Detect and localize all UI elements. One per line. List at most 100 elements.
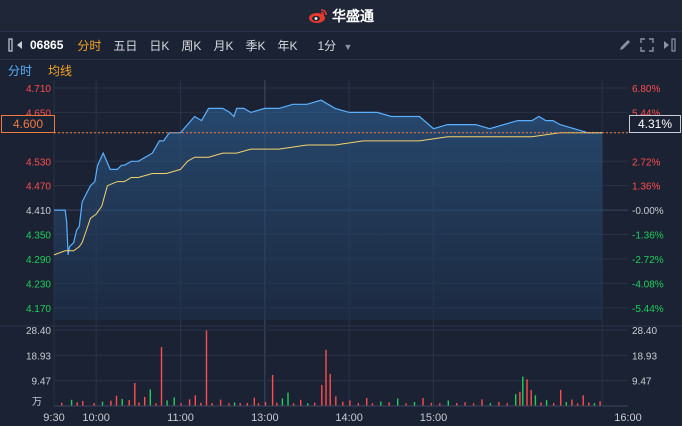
volume-bar <box>160 347 163 406</box>
draw-pen-icon[interactable] <box>618 38 632 52</box>
volume-bar <box>545 400 548 406</box>
fullscreen-icon[interactable] <box>640 38 654 52</box>
brand-logo-icon <box>309 8 327 23</box>
volume-bar <box>188 399 191 406</box>
volume-bar <box>588 402 590 406</box>
tab-year-k[interactable]: 年K <box>271 37 303 54</box>
volume-bar <box>530 389 532 406</box>
interval-select[interactable]: 1分 ▼ <box>311 37 358 54</box>
toolbar-actions <box>618 38 676 52</box>
pct-axis-label: -0.00% <box>632 206 664 217</box>
volume-bar <box>70 399 73 406</box>
volume-axis-label: 9.47 <box>32 377 52 388</box>
interval-value: 1分 <box>317 38 337 53</box>
chevron-down-icon: ▼ <box>343 41 353 52</box>
price-axis-label: 4.530 <box>26 157 51 168</box>
volume-bar <box>300 399 302 406</box>
volume-axis-label-right: 28.40 <box>632 326 657 337</box>
volume-bar <box>380 401 382 406</box>
collapse-panel-icon[interactable] <box>8 38 26 52</box>
volume-bar <box>219 399 222 406</box>
volume-bar <box>397 398 399 406</box>
volume-bar <box>481 399 483 406</box>
time-axis-label: 11:00 <box>167 412 194 421</box>
volume-bar <box>138 402 140 406</box>
volume-bar <box>498 402 500 406</box>
current-price-box: 4.600 <box>1 115 55 133</box>
time-axis-label: 13:00 <box>251 412 279 421</box>
volume-bar <box>329 373 331 406</box>
volume-bar <box>565 402 567 406</box>
volume-bar <box>194 395 196 406</box>
volume-bar <box>522 376 524 406</box>
volume-bar <box>447 400 449 406</box>
volume-bar <box>325 349 327 406</box>
volume-bar <box>281 398 284 406</box>
volume-bar <box>82 400 84 406</box>
pct-axis-label: 6.80% <box>632 84 660 95</box>
time-axis-label: 14:00 <box>335 412 363 421</box>
volume-bar <box>599 401 601 406</box>
current-pct-box: 4.31% <box>629 115 681 133</box>
volume-bar <box>115 395 118 406</box>
chart-toolbar: 06865 分时 五日 日K 周K 月K 季K 年K 1分 ▼ <box>0 32 682 58</box>
volume-bar <box>342 401 344 406</box>
volume-bar <box>349 400 351 406</box>
volume-bar <box>560 389 562 406</box>
tab-timeshare[interactable]: 分时 <box>71 37 107 54</box>
volume-axis-label-right: 9.47 <box>632 377 652 388</box>
brand: 华盛通 <box>308 6 374 26</box>
subtab-timeshare[interactable]: 分时 <box>0 62 40 79</box>
volume-bar <box>205 330 208 406</box>
volume-bar <box>149 389 151 406</box>
volume-bar <box>264 402 267 406</box>
volume-bar <box>464 402 466 406</box>
pct-axis-label: -5.44% <box>632 304 664 315</box>
volume-bar <box>134 383 136 406</box>
app-header: 华盛通 <box>0 0 682 32</box>
volume-bar <box>422 398 424 406</box>
volume-axis-label: 18.93 <box>26 351 51 362</box>
tab-five-day[interactable]: 五日 <box>107 37 143 54</box>
brand-name: 华盛通 <box>332 7 374 24</box>
time-axis-label: 15:00 <box>420 412 448 421</box>
expand-panel-icon[interactable] <box>662 38 676 52</box>
volume-bar <box>121 399 123 406</box>
volume-bar <box>271 375 274 406</box>
tab-day-k[interactable]: 日K <box>143 37 175 54</box>
price-axis-label: 4.710 <box>26 84 51 95</box>
tab-quarter-k[interactable]: 季K <box>239 37 271 54</box>
tab-month-k[interactable]: 月K <box>207 37 239 54</box>
volume-bar <box>321 384 323 406</box>
pct-axis-label: -1.36% <box>632 231 664 242</box>
pct-axis-label: -4.08% <box>632 279 664 290</box>
price-axis-label: 4.470 <box>26 182 51 193</box>
volume-bar <box>366 398 368 406</box>
indicator-tabs: 分时 均线 <box>0 59 682 80</box>
volume-bar <box>526 379 528 406</box>
volume-axis-label-right: 18.93 <box>632 351 657 362</box>
volume-bar <box>287 392 289 406</box>
timeshare-chart[interactable]: 4.710 6.80% 4.650 5.44% 4.530 2.72% 4.470 1.36%… <box>0 80 682 424</box>
volume-bar <box>253 397 255 406</box>
volume-bar <box>413 402 416 406</box>
volume-bar <box>128 400 130 406</box>
volume-unit-label: 万 <box>32 397 42 408</box>
volume-bar <box>534 395 537 406</box>
time-axis-label: 10:00 <box>82 412 110 421</box>
stock-code: 06865 <box>30 38 64 52</box>
timeshare-chart-svg[interactable]: 4.710 6.80%4.650 5.44%4.530 2.72%4.470 1.36%… <box>0 80 682 424</box>
price-axis-label: 4.230 <box>26 279 51 290</box>
volume-bar <box>519 391 521 406</box>
subtab-avg-line[interactable]: 均线 <box>40 62 80 79</box>
price-axis-label: 4.290 <box>26 255 51 266</box>
pct-axis-label: 2.72% <box>632 157 660 168</box>
volume-bar <box>233 402 236 406</box>
volume-axis-label: 28.40 <box>26 326 51 337</box>
tab-week-k[interactable]: 周K <box>175 37 207 54</box>
time-axis-label: 9:30 <box>43 412 64 421</box>
price-axis-label: 4.170 <box>26 304 51 315</box>
price-axis-label: 4.410 <box>26 206 51 217</box>
time-axis-label: 16:00 <box>614 412 642 421</box>
volume-bar <box>582 395 584 406</box>
